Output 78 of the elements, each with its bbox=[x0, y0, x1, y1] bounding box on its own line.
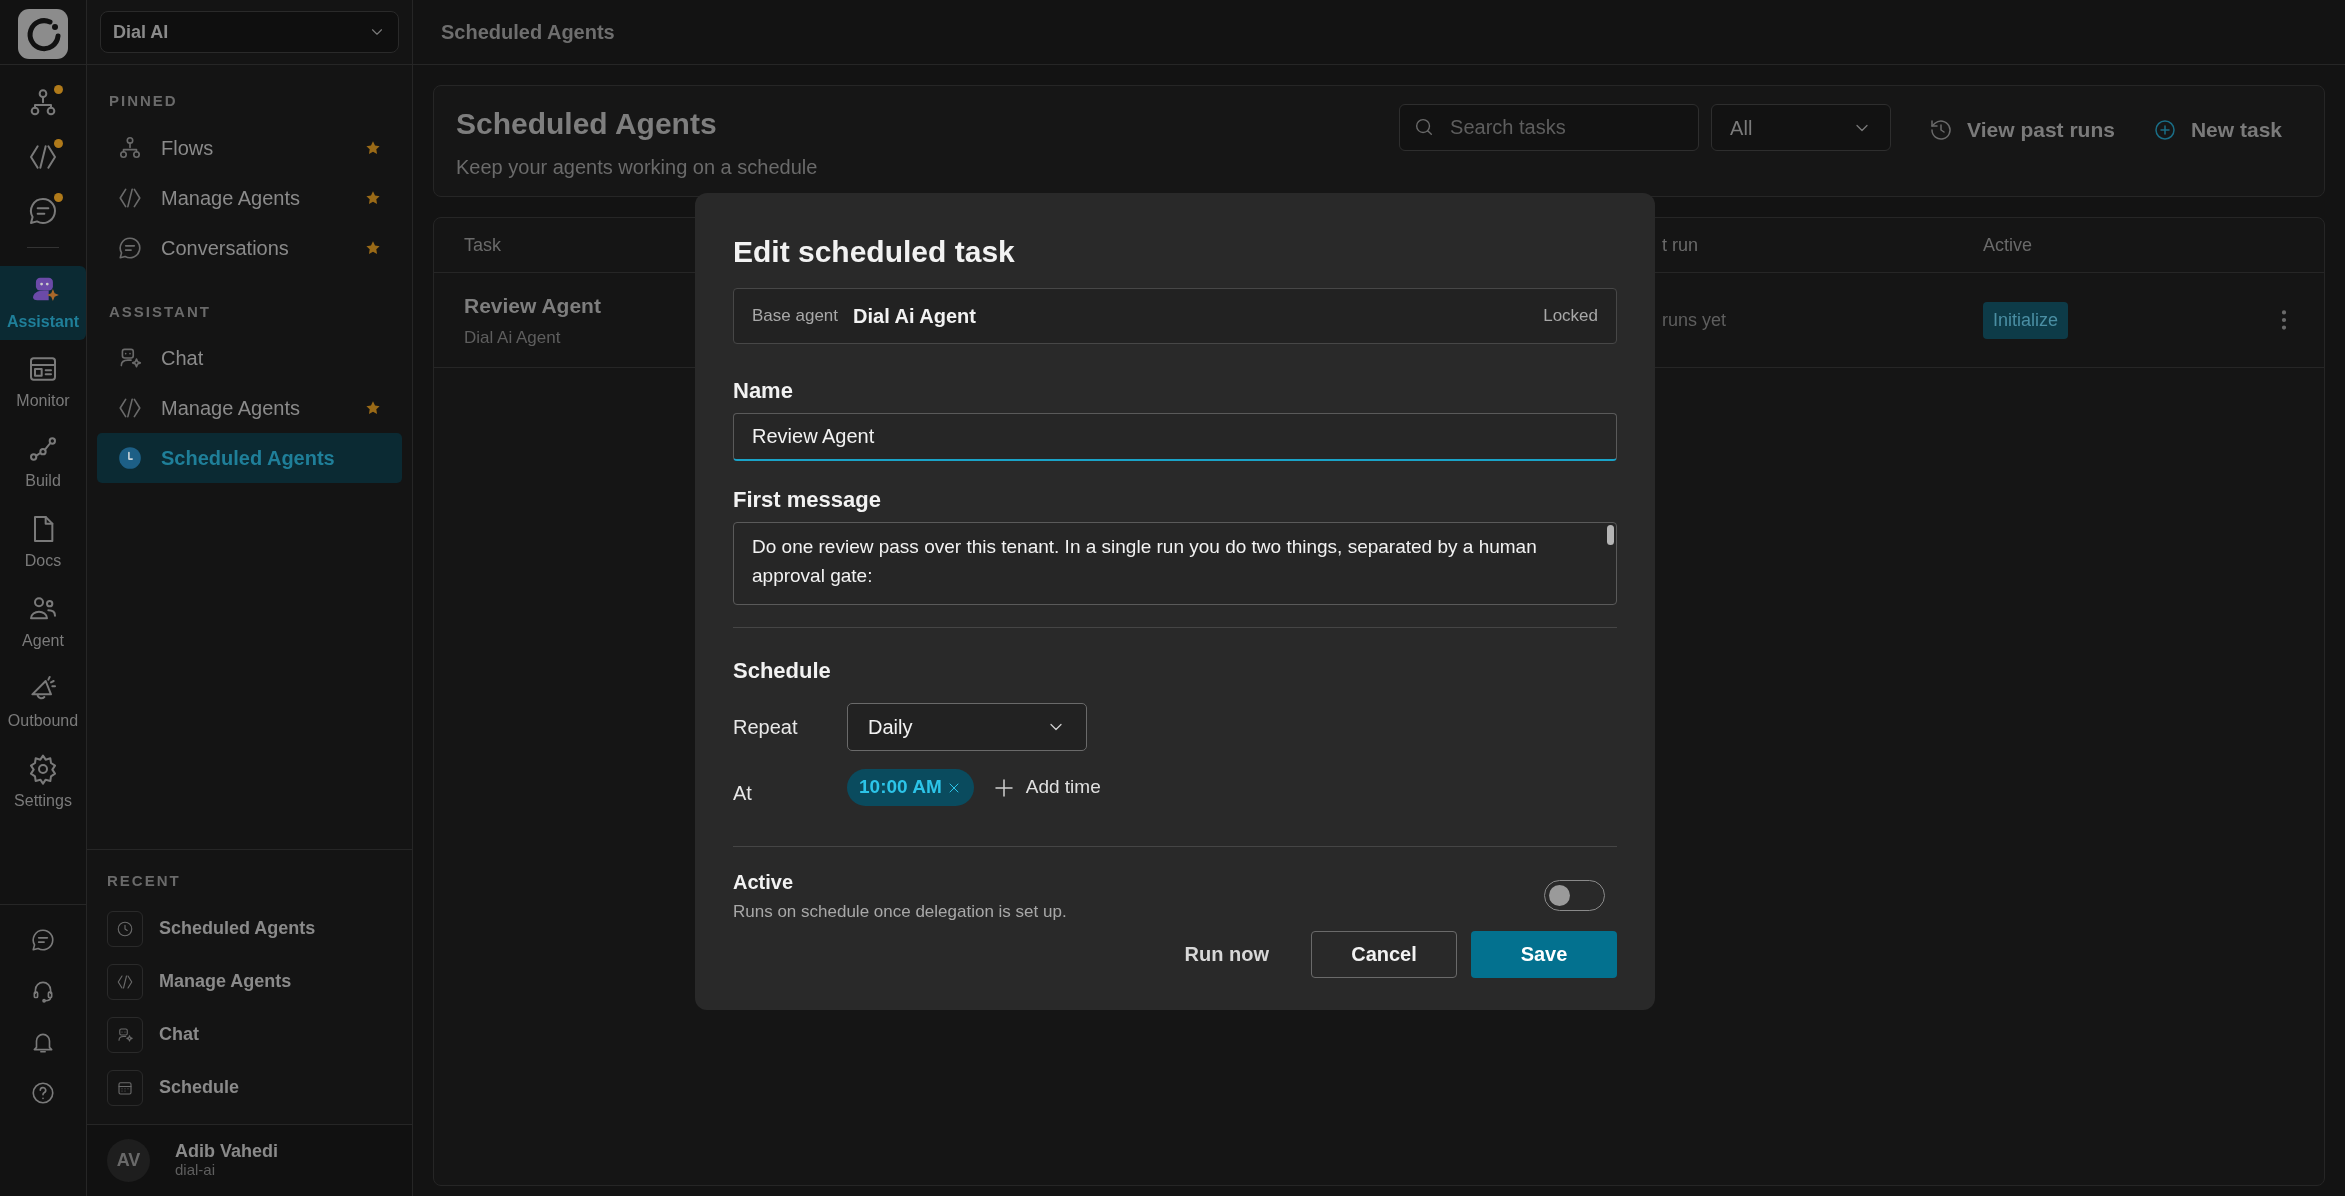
cancel-button[interactable]: Cancel bbox=[1311, 930, 1457, 978]
field-label: First message bbox=[733, 486, 882, 514]
chat-bubble-icon[interactable] bbox=[30, 927, 56, 953]
nav-item[interactable]: Assistant bbox=[0, 266, 86, 340]
base-agent-value: Dial Ai Agent bbox=[853, 304, 977, 329]
save-button[interactable]: Save bbox=[1471, 930, 1617, 978]
field-label: Repeat bbox=[733, 715, 799, 740]
add-time-button[interactable]: Add time bbox=[991, 773, 1101, 802]
message-field[interactable]: Do one review pass over this tenant. In a single run you do two things, separated by a human approval gate: bbox=[733, 522, 1617, 605]
table-cell: runs yet bbox=[1662, 309, 1727, 330]
column-header: t run bbox=[1662, 234, 1699, 255]
workspace-select[interactable]: Dial AI bbox=[100, 11, 399, 53]
recent-item[interactable]: Scheduled Agents bbox=[107, 902, 392, 955]
name-field[interactable]: Review Agent bbox=[733, 413, 1617, 461]
item-label: Flows bbox=[161, 135, 215, 161]
field-label: At bbox=[733, 781, 753, 806]
item-label: Scheduled Agents bbox=[161, 446, 336, 471]
item-label: Conversations bbox=[161, 235, 290, 261]
item-label: Manage Agents bbox=[161, 185, 301, 211]
clock-icon bbox=[117, 445, 143, 471]
search-field[interactable]: Search tasks bbox=[1399, 104, 1700, 151]
status-badge: Initialize bbox=[1983, 301, 2069, 339]
new-task-button[interactable]: New task bbox=[2152, 114, 2282, 146]
item-label: Chat bbox=[161, 346, 205, 371]
sidebar-item[interactable]: Manage Agents bbox=[97, 383, 402, 433]
recent-item[interactable]: Manage Agents bbox=[107, 955, 392, 1008]
sidebar-item[interactable]: Conversations bbox=[97, 222, 402, 273]
sidebar-item[interactable]: Chat bbox=[97, 333, 402, 383]
task-name: Review Agent bbox=[464, 292, 601, 319]
section-heading: Schedule bbox=[733, 657, 832, 685]
history-icon bbox=[1929, 117, 1954, 142]
logo-icon[interactable] bbox=[18, 9, 68, 59]
lock-status: Locked bbox=[1543, 305, 1598, 328]
robot-icon bbox=[116, 1025, 134, 1044]
view-past-runs-button[interactable]: View past runs bbox=[1929, 114, 2115, 146]
user-name: Adib Vahedi bbox=[175, 1142, 279, 1163]
nav-item[interactable]: Docs bbox=[0, 506, 86, 580]
sidebar-item[interactable]: Flows bbox=[97, 122, 402, 173]
flow-chart-icon bbox=[117, 134, 143, 161]
page-heading: Scheduled Agents bbox=[456, 105, 718, 142]
field-label: Base agent bbox=[752, 305, 838, 328]
chat-bubble-icon[interactable] bbox=[27, 195, 59, 227]
field-label: Active bbox=[733, 870, 795, 895]
user-avatar[interactable]: AV bbox=[107, 1139, 150, 1182]
sidebar-item[interactable]: Manage Agents bbox=[97, 172, 402, 223]
filter-select[interactable]: All bbox=[1711, 104, 1892, 151]
section-heading: PINNED bbox=[108, 91, 179, 111]
scrollbar-thumb[interactable] bbox=[1607, 525, 1614, 545]
repeat-select[interactable]: Daily bbox=[847, 703, 1087, 751]
nav-item[interactable]: Monitor bbox=[0, 346, 86, 420]
nav-item[interactable]: Outbound bbox=[0, 666, 86, 740]
section-heading: ASSISTANT bbox=[108, 301, 212, 322]
plus-circle-icon bbox=[2152, 117, 2177, 142]
nav-item[interactable]: Build bbox=[0, 426, 86, 500]
page-title: Scheduled Agents bbox=[441, 20, 615, 45]
help-icon[interactable] bbox=[30, 1080, 56, 1106]
field-description: Runs on schedule once delegation is set up. bbox=[733, 901, 1068, 923]
item-label: Manage Agents bbox=[161, 396, 301, 421]
run-now-button[interactable]: Run now bbox=[1156, 930, 1297, 978]
time-chip[interactable]: 10:00 AM bbox=[847, 769, 974, 806]
section-heading: RECENT bbox=[107, 870, 182, 891]
user-handle: dial-ai bbox=[175, 1162, 217, 1179]
chat-bubble-icon bbox=[117, 234, 143, 261]
recent-item[interactable]: Chat bbox=[107, 1008, 392, 1061]
page-subtitle: Keep your agents working on a schedule bbox=[456, 154, 819, 180]
column-header: Active bbox=[1983, 234, 2033, 255]
code-icon bbox=[116, 972, 134, 991]
nav-item[interactable]: Agent bbox=[0, 586, 86, 660]
recent-item[interactable]: Schedule bbox=[107, 1061, 392, 1114]
task-agent: Dial Ai Agent bbox=[464, 327, 561, 349]
field-label: Name bbox=[733, 377, 794, 405]
clock-icon bbox=[116, 919, 134, 938]
sidebar-item[interactable]: Scheduled Agents bbox=[97, 433, 402, 483]
star-icon[interactable] bbox=[364, 399, 382, 417]
dialog-title: Edit scheduled task bbox=[733, 234, 1016, 270]
nav-item[interactable]: Settings bbox=[0, 746, 86, 820]
column-header: Task bbox=[464, 234, 501, 255]
settings-icon bbox=[27, 753, 59, 785]
